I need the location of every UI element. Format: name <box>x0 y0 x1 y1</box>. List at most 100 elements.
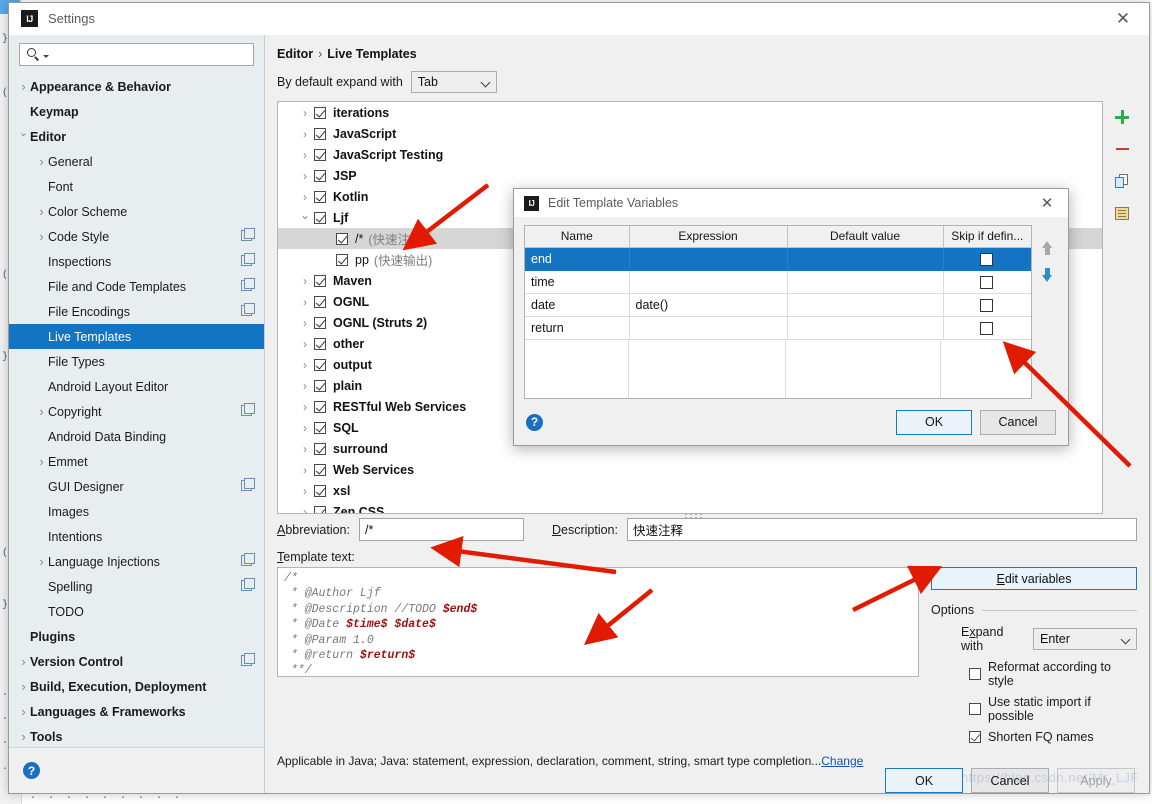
cell-default[interactable] <box>787 316 944 340</box>
option-shorten-fq-names[interactable]: Shorten FQ names <box>931 730 1137 744</box>
chevron-right-icon[interactable] <box>296 295 314 309</box>
chevron-right-icon[interactable] <box>296 106 314 120</box>
sidebar-item-gui-designer[interactable]: GUI Designer <box>9 474 264 499</box>
template-enabled-checkbox[interactable] <box>314 337 326 350</box>
sidebar-item-color-scheme[interactable]: Color Scheme <box>9 199 264 224</box>
sidebar-item-android-data-binding[interactable]: Android Data Binding <box>9 424 264 449</box>
sidebar-item-todo[interactable]: TODO <box>9 599 264 624</box>
template-enabled-checkbox[interactable] <box>314 127 326 140</box>
search-box[interactable] <box>19 43 254 66</box>
chevron-right-icon[interactable] <box>296 148 314 162</box>
cell-name[interactable]: return <box>525 316 630 340</box>
cell-skip-if-defined[interactable] <box>943 293 1031 317</box>
skip-if-defined-checkbox[interactable] <box>980 298 994 312</box>
table-row[interactable]: return <box>525 316 1031 340</box>
chevron-right-icon[interactable] <box>296 337 314 351</box>
chevron-right-icon[interactable] <box>296 421 314 435</box>
template-group-icon[interactable] <box>1111 203 1133 223</box>
option-checkbox[interactable] <box>969 703 981 715</box>
change-context-link[interactable]: Change <box>821 754 863 768</box>
option-checkbox[interactable] <box>969 731 981 743</box>
copy-settings-icon[interactable] <box>241 303 255 316</box>
template-enabled-checkbox[interactable] <box>314 169 326 182</box>
column-header[interactable]: Default value <box>787 226 944 248</box>
cell-expression[interactable] <box>629 270 788 294</box>
chevron-right-icon[interactable] <box>17 705 30 719</box>
template-enabled-checkbox[interactable] <box>314 106 326 119</box>
sidebar-item-languages-frameworks[interactable]: Languages & Frameworks <box>9 699 264 724</box>
column-header[interactable]: Name <box>525 226 630 248</box>
breadcrumb-root[interactable]: Editor <box>277 47 313 61</box>
sidebar-item-general[interactable]: General <box>9 149 264 174</box>
cell-expression[interactable] <box>629 247 788 271</box>
close-icon[interactable]: ✕ <box>1101 3 1145 34</box>
chevron-right-icon[interactable] <box>35 205 48 219</box>
sidebar-item-plugins[interactable]: Plugins <box>9 624 264 649</box>
copy-settings-icon[interactable] <box>241 653 255 666</box>
cell-name[interactable]: time <box>525 270 630 294</box>
chevron-right-icon[interactable] <box>296 127 314 141</box>
chevron-right-icon[interactable] <box>35 155 48 169</box>
expand-with-select[interactable]: Enter <box>1033 628 1137 650</box>
skip-if-defined-checkbox[interactable] <box>980 321 994 335</box>
chevron-right-icon[interactable] <box>296 274 314 288</box>
template-tree-row[interactable]: Zen CSS <box>278 501 1102 513</box>
template-tree-row[interactable]: iterations <box>278 102 1102 123</box>
cell-name[interactable]: date <box>525 293 630 317</box>
skip-if-defined-checkbox[interactable] <box>980 275 994 289</box>
sidebar-item-copyright[interactable]: Copyright <box>9 399 264 424</box>
cell-default[interactable] <box>787 247 944 271</box>
chevron-right-icon[interactable] <box>17 80 30 94</box>
column-header[interactable]: Expression <box>629 226 788 248</box>
default-expand-select[interactable]: Tab <box>410 71 497 93</box>
option-reformat-according-to-style[interactable]: Reformat according to style <box>931 660 1137 688</box>
skip-if-defined-checkbox[interactable] <box>980 252 994 266</box>
table-body[interactable]: end time date date() return <box>525 247 1031 340</box>
template-enabled-checkbox[interactable] <box>314 379 326 392</box>
cell-expression[interactable]: date() <box>629 293 788 317</box>
sidebar-item-file-encodings[interactable]: File Encodings <box>9 299 264 324</box>
duplicate-icon[interactable] <box>1111 171 1133 191</box>
sidebar-item-live-templates[interactable]: Live Templates <box>9 324 264 349</box>
copy-settings-icon[interactable] <box>241 478 255 491</box>
cell-expression[interactable] <box>629 316 788 340</box>
chevron-right-icon[interactable] <box>17 655 30 669</box>
chevron-right-icon[interactable] <box>35 455 48 469</box>
sidebar-item-language-injections[interactable]: Language Injections <box>9 549 264 574</box>
template-enabled-checkbox[interactable] <box>314 505 326 513</box>
template-enabled-checkbox[interactable] <box>336 253 348 266</box>
template-enabled-checkbox[interactable] <box>314 211 326 224</box>
pane-splitter[interactable] <box>265 513 1149 518</box>
template-tree-row[interactable]: xsl <box>278 480 1102 501</box>
copy-settings-icon[interactable] <box>241 253 255 266</box>
chevron-right-icon[interactable] <box>296 484 314 498</box>
sidebar-item-version-control[interactable]: Version Control <box>9 649 264 674</box>
template-enabled-checkbox[interactable] <box>314 190 326 203</box>
arrow-down-icon[interactable] <box>1041 267 1054 282</box>
chevron-right-icon[interactable] <box>35 230 48 244</box>
chevron-right-icon[interactable] <box>296 190 314 204</box>
sidebar-item-keymap[interactable]: Keymap <box>9 99 264 124</box>
add-icon[interactable] <box>1111 107 1133 127</box>
cancel-button[interactable]: Cancel <box>971 768 1049 793</box>
cell-skip-if-defined[interactable] <box>943 270 1031 294</box>
chevron-right-icon[interactable] <box>17 680 30 694</box>
sidebar-item-emmet[interactable]: Emmet <box>9 449 264 474</box>
template-text-editor[interactable]: /* * @Author Ljf * @Description //TODO $… <box>277 567 919 677</box>
template-tree-row[interactable]: JavaScript <box>278 123 1102 144</box>
chevron-down-icon[interactable] <box>17 131 30 142</box>
copy-settings-icon[interactable] <box>241 278 255 291</box>
sidebar-item-spelling[interactable]: Spelling <box>9 574 264 599</box>
sidebar-item-file-and-code-templates[interactable]: File and Code Templates <box>9 274 264 299</box>
template-enabled-checkbox[interactable] <box>336 232 348 245</box>
sidebar-item-inspections[interactable]: Inspections <box>9 249 264 274</box>
sidebar-item-appearance-behavior[interactable]: Appearance & Behavior <box>9 74 264 99</box>
close-icon[interactable]: ✕ <box>1030 190 1064 217</box>
template-enabled-checkbox[interactable] <box>314 463 326 476</box>
copy-settings-icon[interactable] <box>241 553 255 566</box>
template-enabled-checkbox[interactable] <box>314 421 326 434</box>
template-enabled-checkbox[interactable] <box>314 484 326 497</box>
option-checkbox[interactable] <box>969 668 981 680</box>
cell-skip-if-defined[interactable] <box>943 316 1031 340</box>
copy-settings-icon[interactable] <box>241 403 255 416</box>
